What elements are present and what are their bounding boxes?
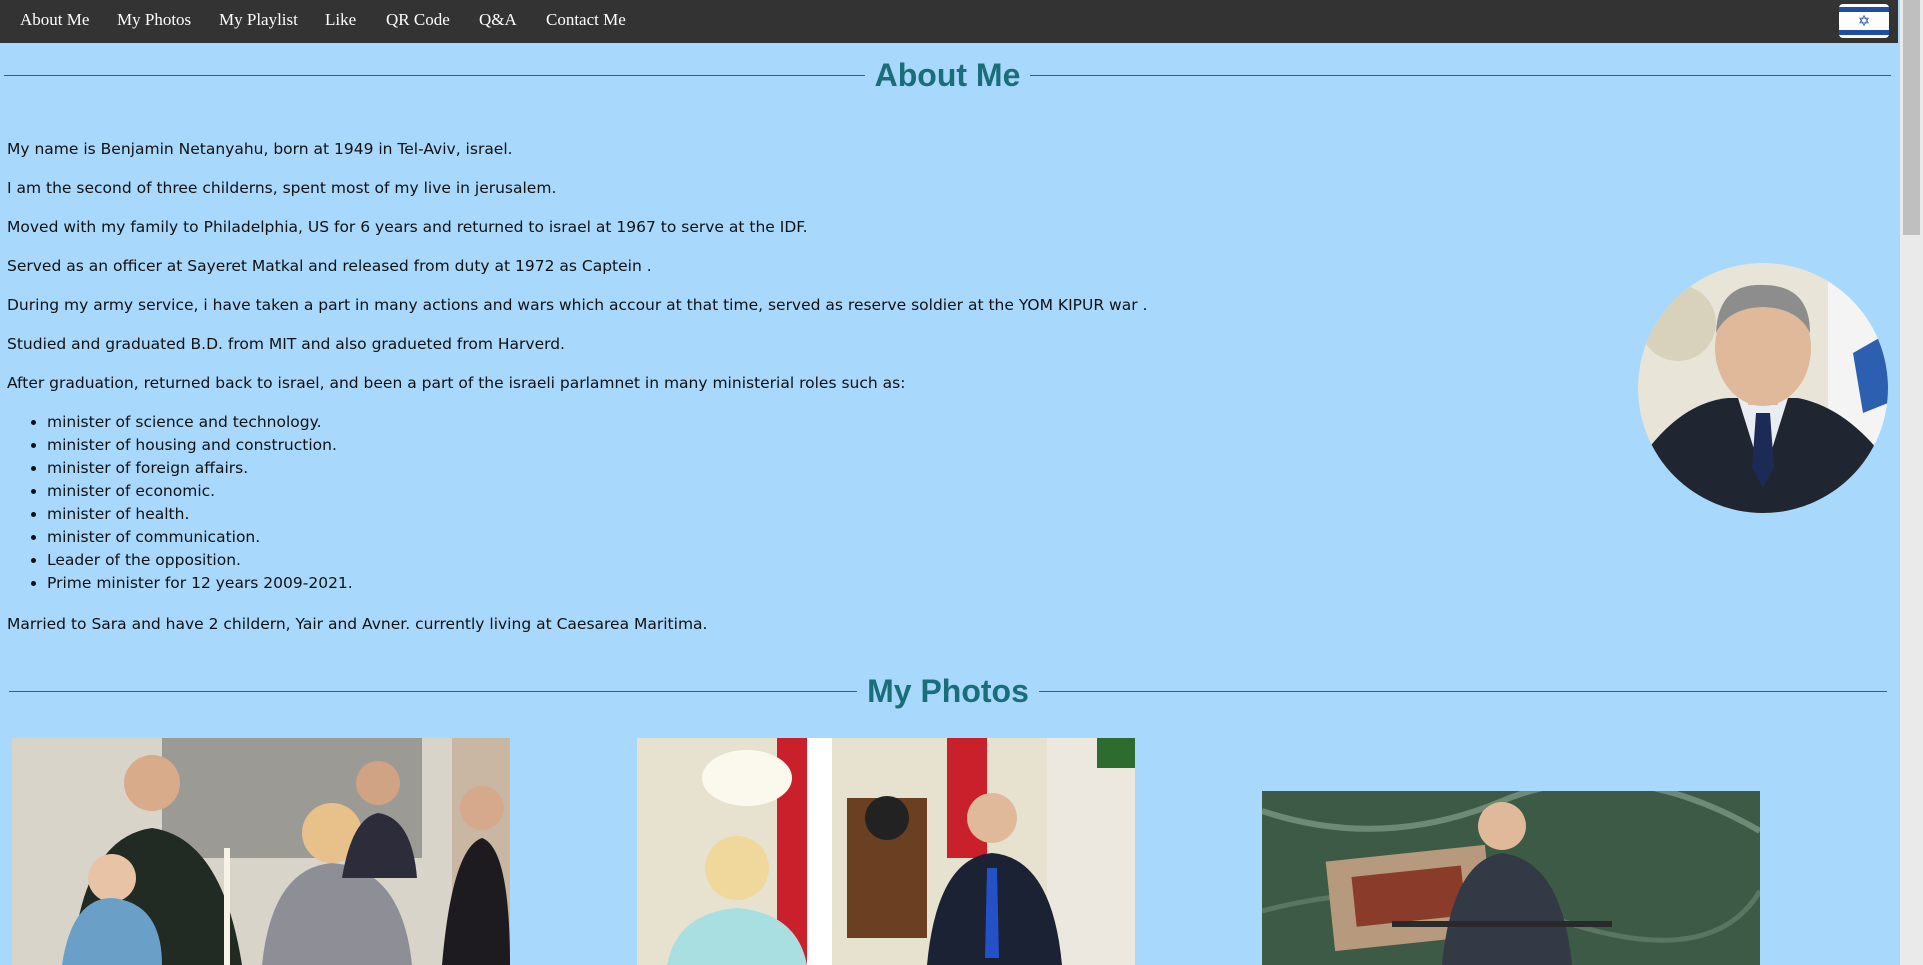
- top-navbar: About Me My Photos My Playlist Like QR C…: [0, 0, 1898, 43]
- list-item: minister of science and technology.: [47, 411, 1607, 434]
- list-item: minister of foreign affairs.: [47, 457, 1607, 480]
- nav-qa[interactable]: Q&A: [479, 0, 517, 43]
- list-item: Leader of the opposition.: [47, 549, 1607, 572]
- heading-rule-right: [1030, 75, 1891, 76]
- about-paragraph: Moved with my family to Philadelphia, US…: [7, 218, 808, 236]
- about-paragraph: During my army service, i have taken a p…: [7, 296, 1148, 314]
- list-item: minister of housing and construction.: [47, 434, 1607, 457]
- nav-my-playlist[interactable]: My Playlist: [219, 0, 298, 43]
- list-item: minister of communication.: [47, 526, 1607, 549]
- heading-rule-left: [4, 75, 865, 76]
- un-speech-photo: [1262, 791, 1760, 965]
- nav-about-me[interactable]: About Me: [20, 0, 89, 43]
- nav-contact-me[interactable]: Contact Me: [546, 0, 626, 43]
- nav-my-photos[interactable]: My Photos: [117, 0, 191, 43]
- nav-like[interactable]: Like: [325, 0, 356, 43]
- ministerial-roles-list: minister of science and technology. mini…: [7, 411, 1607, 595]
- about-paragraph: After graduation, returned back to israe…: [7, 374, 906, 392]
- about-paragraph: Served as an officer at Sayeret Matkal a…: [7, 257, 652, 275]
- list-item: minister of economic.: [47, 480, 1607, 503]
- nav-qr-code[interactable]: QR Code: [386, 0, 450, 43]
- about-closing-paragraph: Married to Sara and have 2 childern, Yai…: [7, 615, 708, 633]
- my-photos-heading: My Photos: [9, 673, 1887, 710]
- family-photo: [12, 738, 510, 965]
- about-me-content: My name is Benjamin Netanyahu, born at 1…: [7, 139, 1607, 653]
- my-photos-title: My Photos: [867, 673, 1029, 709]
- about-paragraph: My name is Benjamin Netanyahu, born at 1…: [7, 140, 513, 158]
- oval-office-photo: [637, 738, 1135, 965]
- profile-photo: [1638, 263, 1888, 513]
- israel-flag-icon[interactable]: ✡: [1839, 4, 1889, 38]
- about-paragraph: I am the second of three childerns, spen…: [7, 179, 557, 197]
- about-paragraph: Studied and graduated B.D. from MIT and …: [7, 335, 565, 353]
- about-me-heading: About Me: [4, 57, 1891, 94]
- scrollbar-thumb[interactable]: [1903, 0, 1920, 235]
- list-item: Prime minister for 12 years 2009-2021.: [47, 572, 1607, 595]
- list-item: minister of health.: [47, 503, 1607, 526]
- heading-rule-right: [1038, 691, 1887, 692]
- about-me-title: About Me: [874, 57, 1021, 93]
- heading-rule-left: [9, 691, 858, 692]
